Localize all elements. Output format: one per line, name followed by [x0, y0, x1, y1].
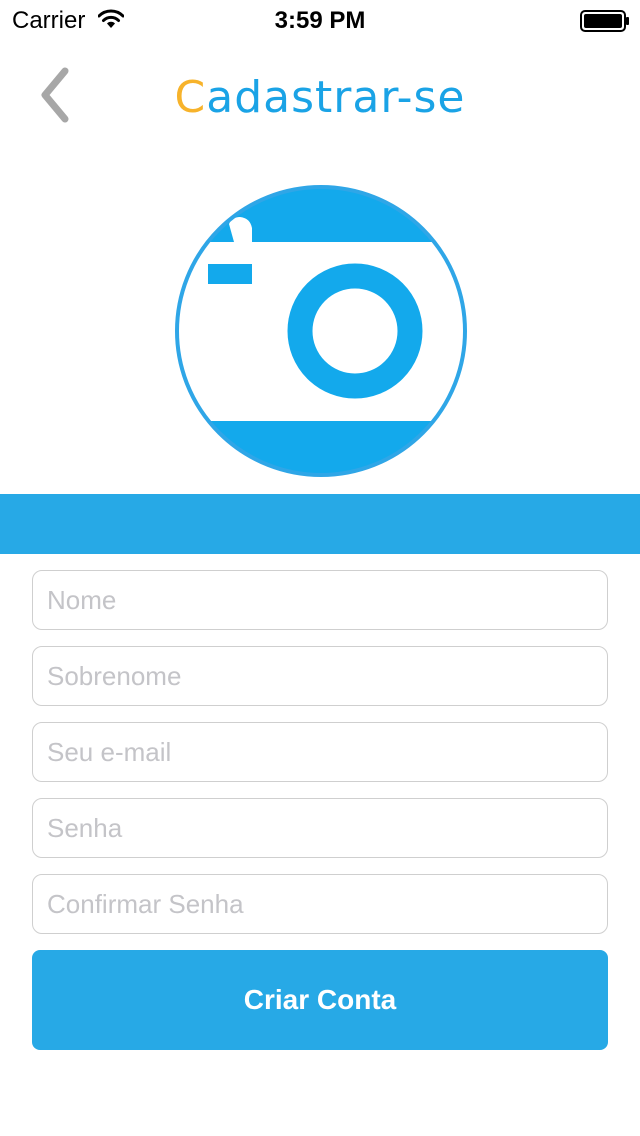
confirm-password-field[interactable]: [32, 874, 608, 934]
header-band: [0, 494, 640, 554]
create-account-button[interactable]: Criar Conta: [32, 950, 608, 1050]
password-field[interactable]: [32, 798, 608, 858]
battery-icon: [580, 10, 629, 32]
page-title: Cadastrar-se: [0, 72, 640, 123]
clock: 3:59 PM: [274, 7, 366, 34]
page-title-rest: adastrar-se: [206, 72, 466, 123]
last-name-field[interactable]: [32, 646, 608, 706]
add-photo-button[interactable]: [174, 184, 468, 478]
first-name-field[interactable]: [32, 570, 608, 630]
page-title-first-letter: C: [174, 72, 207, 123]
camera-icon: [175, 185, 467, 477]
status-bar: Carrier 3:59 PM: [0, 0, 640, 40]
email-field[interactable]: [32, 722, 608, 782]
